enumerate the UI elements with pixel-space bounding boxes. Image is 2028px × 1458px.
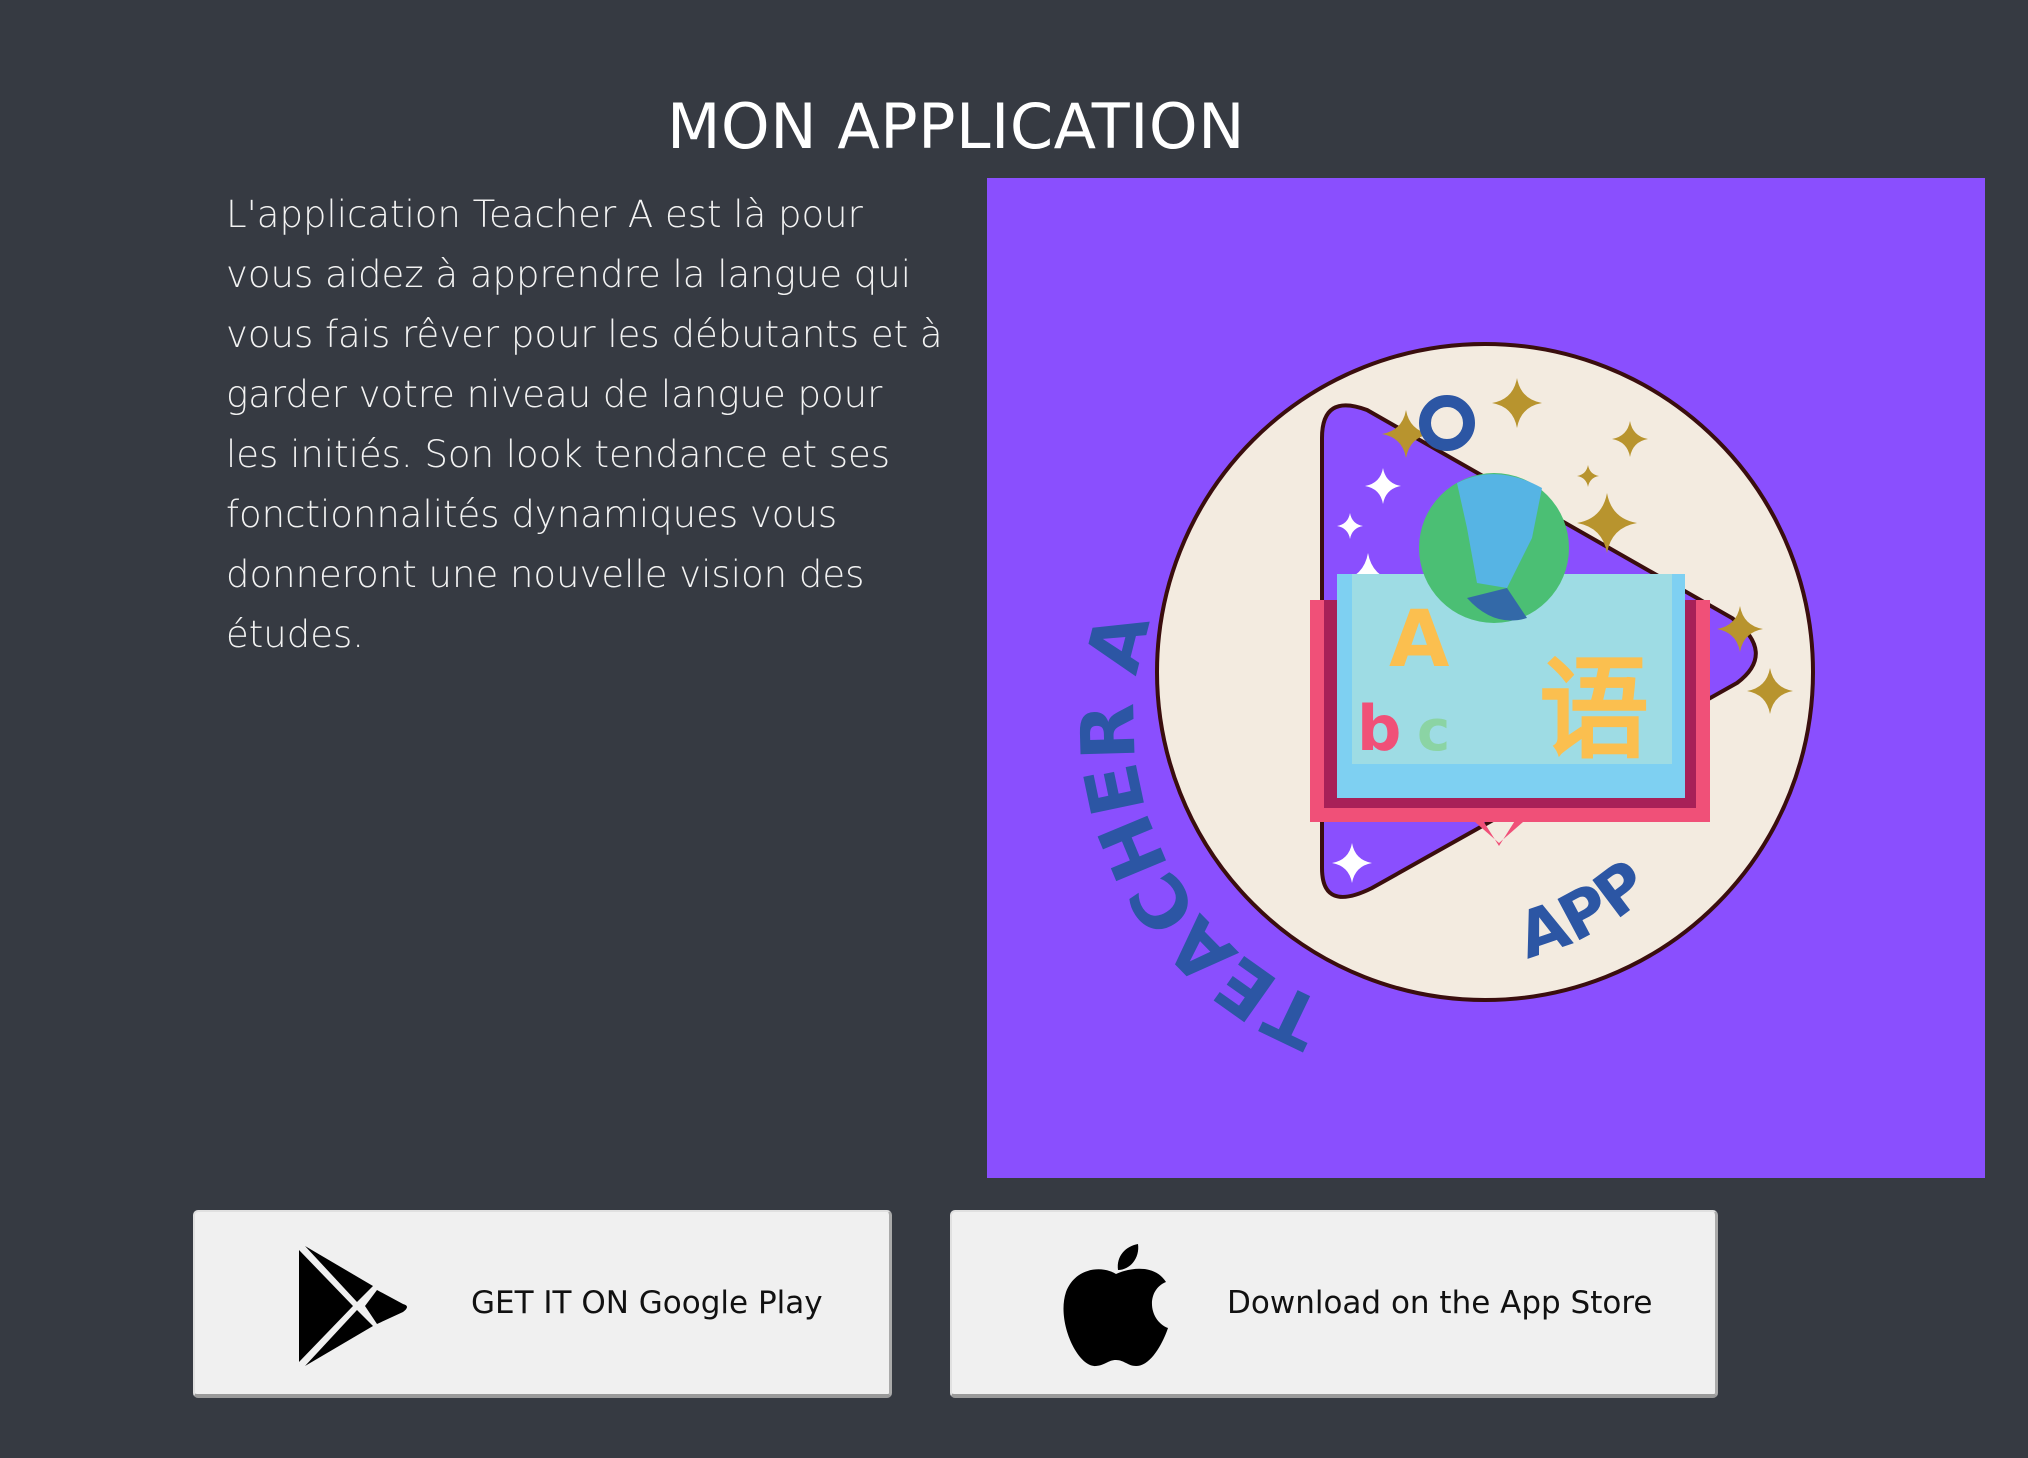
- svg-text:b: b: [1357, 692, 1401, 765]
- google-play-icon: [299, 1246, 407, 1366]
- apple-icon: [1063, 1244, 1168, 1367]
- app-store-label: Download on the App Store: [1227, 1285, 1653, 1321]
- google-play-button[interactable]: GET IT ON Google Play: [193, 1210, 892, 1398]
- svg-text:A: A: [1389, 595, 1449, 685]
- svg-text:语: 语: [1539, 646, 1649, 774]
- app-description: L'application Teacher A est là pour vous…: [226, 193, 943, 656]
- svg-text:c: c: [1417, 699, 1450, 764]
- google-play-label: GET IT ON Google Play: [471, 1285, 823, 1321]
- app-logo-image: A b c 语 TEACHER A APP: [987, 178, 1985, 1178]
- app-store-button[interactable]: Download on the App Store: [950, 1210, 1718, 1398]
- page-title: MON APPLICATION: [666, 90, 1246, 163]
